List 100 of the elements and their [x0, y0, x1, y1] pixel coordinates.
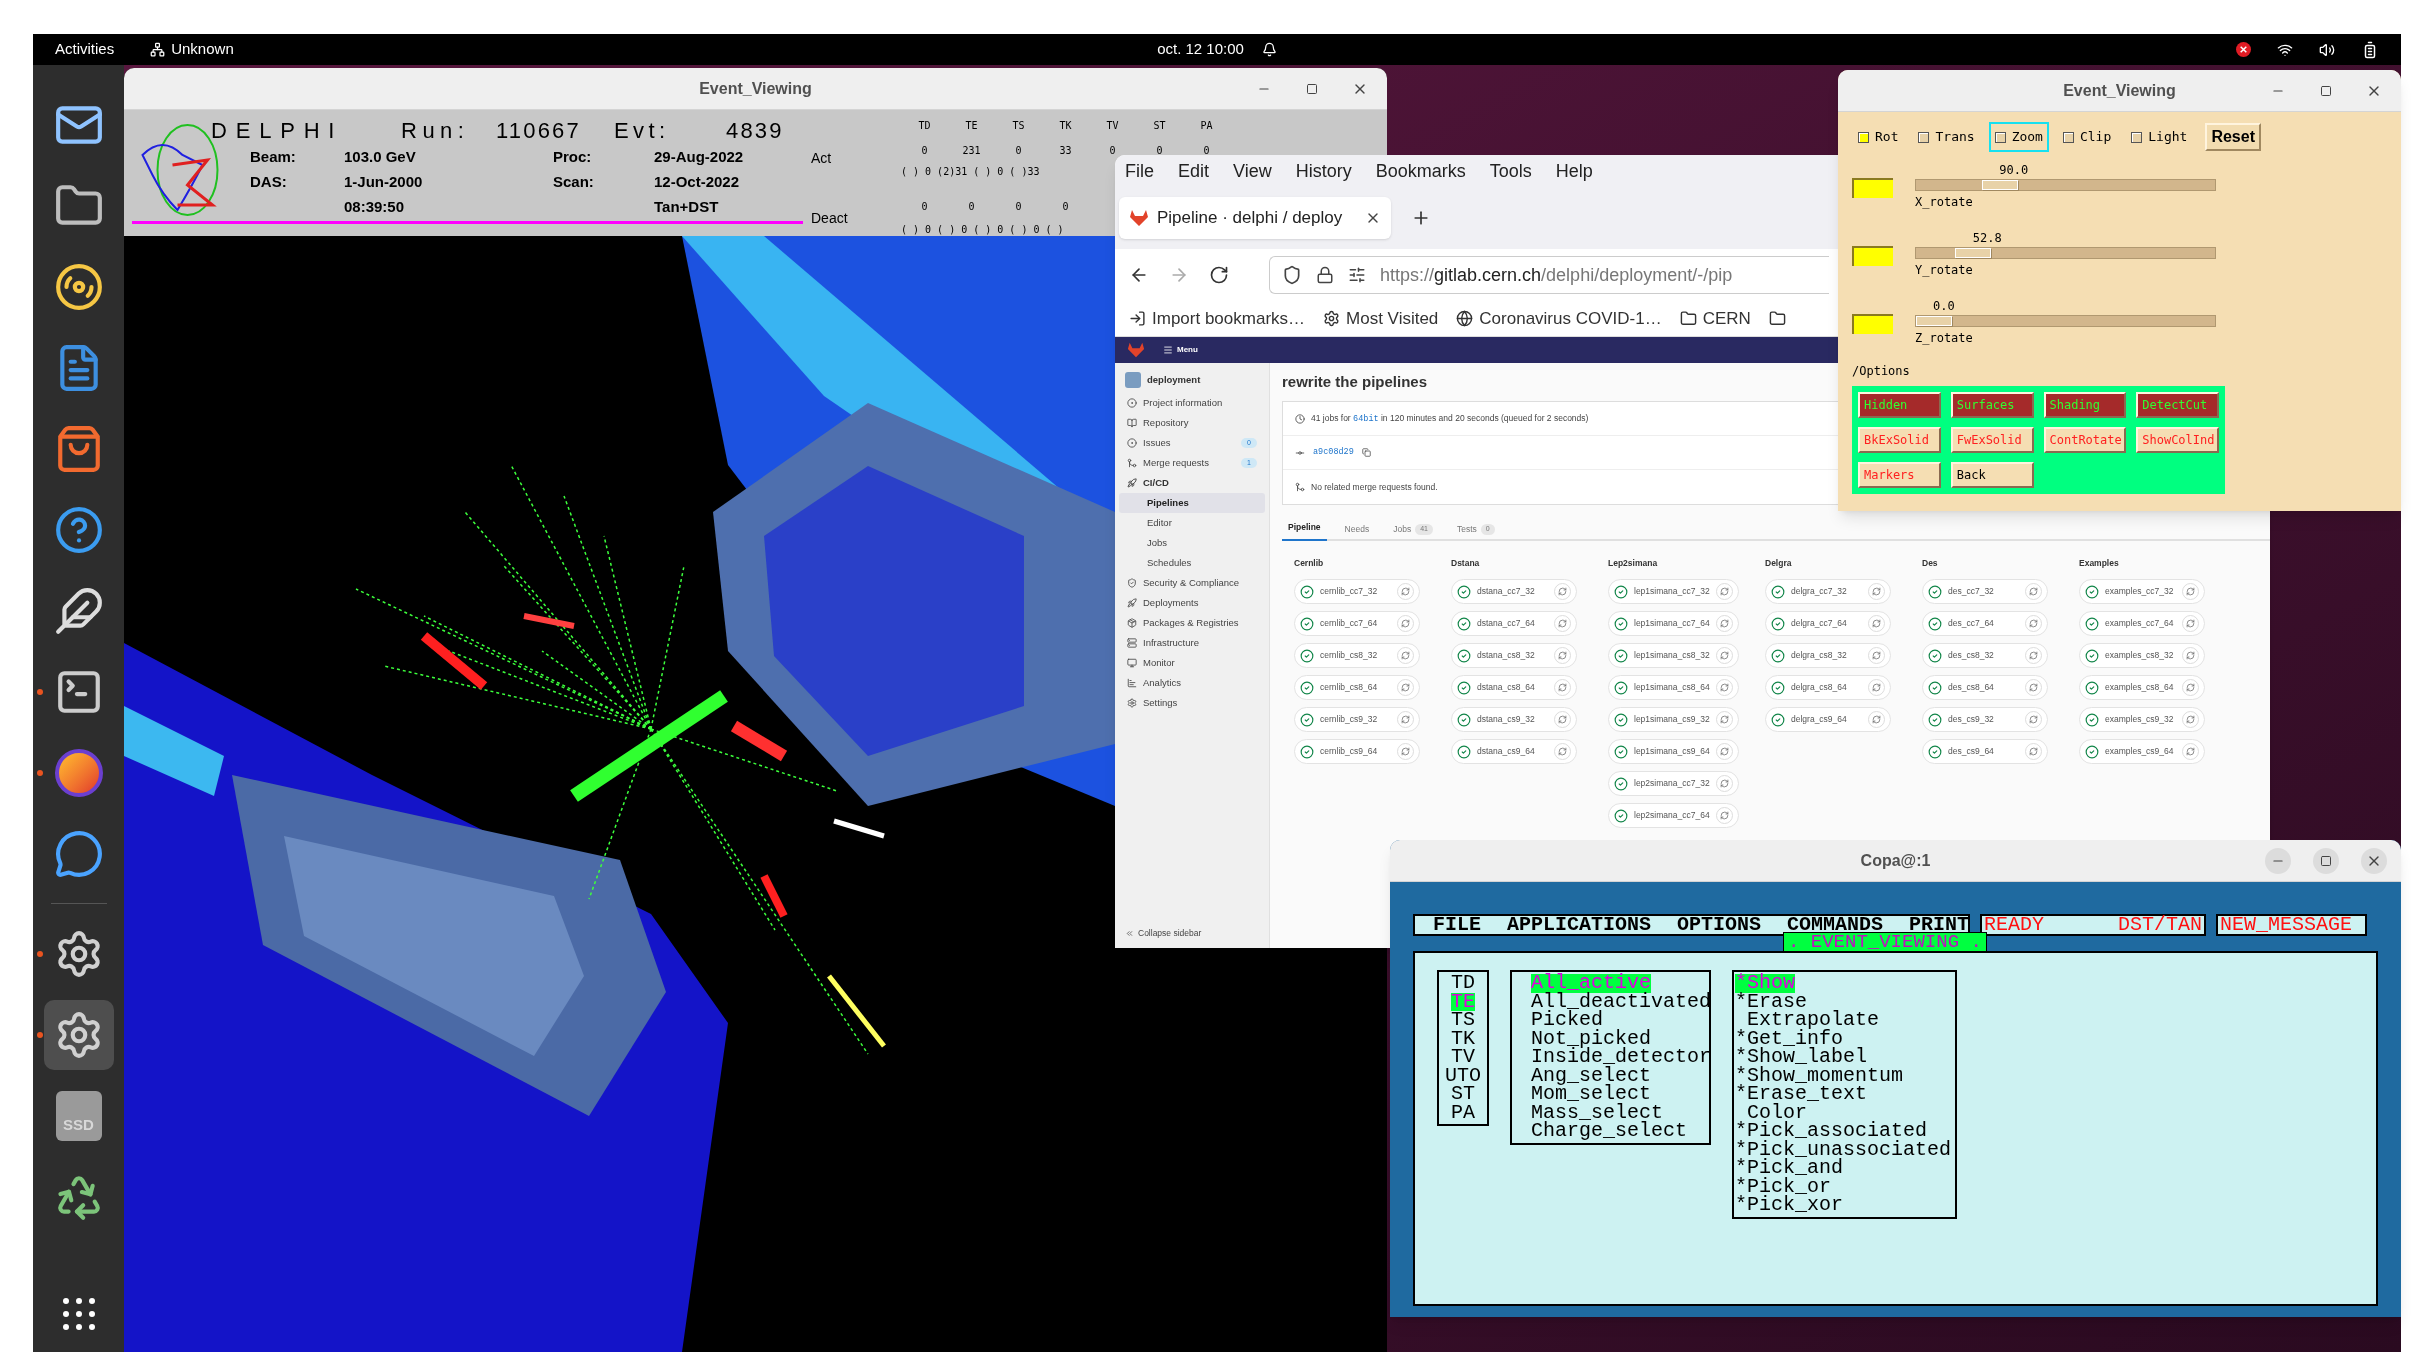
menu-item[interactable]: APPLICATIONS — [1507, 916, 1652, 934]
job-pill[interactable]: dstana_cs8_32 — [1451, 643, 1577, 668]
refresh-icon[interactable] — [1558, 747, 1567, 756]
list-item[interactable]: UTO — [1445, 1066, 1481, 1085]
job-pill[interactable]: dstana_cc7_64 — [1451, 611, 1577, 636]
job-pill[interactable]: lep1simana_cs8_64 — [1608, 675, 1739, 700]
job-pill[interactable]: cernlib_cs8_64 — [1294, 675, 1420, 700]
list-item[interactable]: *Erase — [1735, 992, 1808, 1011]
list-item[interactable]: Mass_select — [1531, 1103, 1664, 1122]
activities-button[interactable]: Activities — [55, 38, 115, 61]
job-pill[interactable]: cernlib_cc7_32 — [1294, 579, 1420, 604]
refresh-icon[interactable] — [1719, 587, 1729, 596]
list-item[interactable]: TS — [1451, 1011, 1475, 1030]
refresh-icon[interactable] — [2029, 683, 2038, 692]
list-item[interactable]: *Erase_text — [1735, 1085, 1868, 1104]
menu-item[interactable]: FILE — [1433, 916, 1481, 934]
refresh-icon[interactable] — [1719, 683, 1729, 692]
toggle-checkbox[interactable]: Light — [2125, 122, 2194, 152]
refresh-icon[interactable] — [2029, 747, 2038, 756]
menu-item[interactable]: OPTIONS — [1677, 916, 1762, 934]
close-button[interactable] — [2361, 847, 2387, 874]
bookmark-item[interactable]: Import bookmarks… — [1129, 305, 1306, 332]
chat-bubble-icon[interactable] — [53, 828, 104, 879]
menu-item[interactable]: PRINT — [1909, 916, 1968, 934]
menu-item[interactable]: File — [1125, 157, 1154, 185]
menu-item[interactable]: Bookmarks — [1375, 157, 1466, 185]
sidebar-item[interactable]: Analytics — [1115, 673, 1269, 693]
option-toggle-button[interactable]: Surfaces — [1950, 392, 2034, 418]
list-item[interactable]: Not_picked — [1531, 1029, 1652, 1048]
list-item[interactable]: PA — [1451, 1103, 1475, 1122]
refresh-icon[interactable] — [1872, 715, 1881, 724]
refresh-icon[interactable] — [1719, 811, 1729, 820]
bell-icon[interactable] — [1261, 42, 1277, 57]
job-pill[interactable]: cernlib_cc7_64 — [1294, 611, 1420, 636]
job-pill[interactable]: lep1simana_cs9_32 — [1608, 707, 1739, 732]
toggle-checkbox[interactable]: Trans — [1912, 122, 1981, 152]
menu-item[interactable]: View — [1233, 157, 1272, 185]
sidebar-item[interactable]: Schedules — [1119, 553, 1265, 573]
job-pill[interactable]: cernlib_cs9_32 — [1294, 707, 1420, 732]
job-pill[interactable]: delgra_cs9_64 — [1765, 707, 1891, 732]
sliders-icon[interactable] — [1348, 266, 1366, 284]
job-pill[interactable]: delgra_cc7_32 — [1765, 579, 1891, 604]
volume-icon[interactable] — [2319, 41, 2335, 58]
list-item[interactable]: All_deactivated — [1531, 992, 1712, 1011]
slider-track[interactable] — [1915, 315, 2216, 327]
refresh-icon[interactable] — [1872, 587, 1881, 596]
job-pill[interactable]: des_cs9_64 — [1922, 739, 2048, 764]
list-item[interactable]: *Pick_xor — [1735, 1196, 1844, 1215]
job-pill[interactable]: dstana_cs9_64 — [1451, 739, 1577, 764]
refresh-icon[interactable] — [1872, 683, 1881, 692]
job-pill[interactable]: examples_cs9_64 — [2079, 739, 2205, 764]
sidebar-item[interactable]: Repository — [1115, 413, 1269, 433]
list-item[interactable]: TD — [1451, 974, 1475, 993]
sidebar-item[interactable]: Security & Compliance — [1115, 573, 1269, 593]
refresh-icon[interactable] — [1401, 619, 1410, 628]
back-button[interactable]: Back — [1950, 462, 2034, 488]
pipeline-tab[interactable]: Pipeline — [1282, 521, 1327, 541]
menu-item[interactable]: History — [1295, 157, 1352, 185]
job-pill[interactable]: cernlib_cs8_32 — [1294, 643, 1420, 668]
refresh-icon[interactable] — [1558, 715, 1567, 724]
job-pill[interactable]: lep1simana_cc7_64 — [1608, 611, 1739, 636]
toggle-checkbox[interactable]: Clip — [2056, 122, 2118, 152]
sidebar-item[interactable]: Project information — [1115, 393, 1269, 413]
job-pill[interactable]: lep1simana_cs8_32 — [1608, 643, 1739, 668]
reset-button[interactable]: Reset — [2205, 123, 2261, 151]
maximize-icon[interactable] — [1306, 82, 1318, 95]
list-item[interactable]: Ang_select — [1531, 1066, 1652, 1085]
list-item[interactable]: *Pick_and — [1735, 1159, 1844, 1178]
list-item[interactable]: TK — [1451, 1029, 1475, 1048]
job-pill[interactable]: cernlib_cs9_64 — [1294, 739, 1420, 764]
refresh-icon[interactable] — [1401, 747, 1410, 756]
refresh-icon[interactable] — [1719, 619, 1729, 628]
menu-button[interactable]: Menu — [1163, 344, 1198, 356]
refresh-icon[interactable] — [2029, 587, 2038, 596]
job-pill[interactable]: examples_cs8_32 — [2079, 643, 2205, 668]
refresh-icon[interactable] — [2186, 651, 2195, 660]
list-item[interactable]: *Get_info — [1735, 1029, 1844, 1048]
maximize-icon[interactable] — [2320, 84, 2332, 97]
project-name[interactable]: deployment — [1147, 372, 1201, 388]
list-item[interactable]: *Pick_unassociated — [1735, 1140, 1952, 1159]
folder-icon[interactable] — [1768, 310, 1786, 327]
sidebar-item[interactable]: Monitor — [1115, 653, 1269, 673]
job-pill[interactable]: delgra_cc7_64 — [1765, 611, 1891, 636]
refresh-icon[interactable] — [2186, 747, 2195, 756]
refresh-icon[interactable] — [2029, 651, 2038, 660]
bookmark-item[interactable]: CERN — [1679, 305, 1751, 332]
refresh-icon[interactable] — [1872, 651, 1881, 660]
network-status[interactable]: Unknown — [150, 38, 234, 61]
refresh-icon[interactable] — [1558, 683, 1567, 692]
feather-icon[interactable] — [53, 585, 104, 636]
refresh-icon[interactable] — [1719, 715, 1729, 724]
commit-link[interactable]: a9c08d29 — [1313, 446, 1354, 459]
refresh-icon[interactable] — [1401, 651, 1410, 660]
sidebar-item[interactable]: Editor — [1119, 513, 1265, 533]
sidebar-item[interactable]: CI/CD — [1115, 473, 1269, 493]
refresh-icon[interactable] — [2186, 619, 2195, 628]
list-item[interactable]: Charge_select — [1531, 1122, 1688, 1141]
slider-thumb[interactable] — [1955, 248, 1992, 258]
refresh-icon[interactable] — [1719, 651, 1729, 660]
refresh-icon[interactable] — [1401, 683, 1410, 692]
